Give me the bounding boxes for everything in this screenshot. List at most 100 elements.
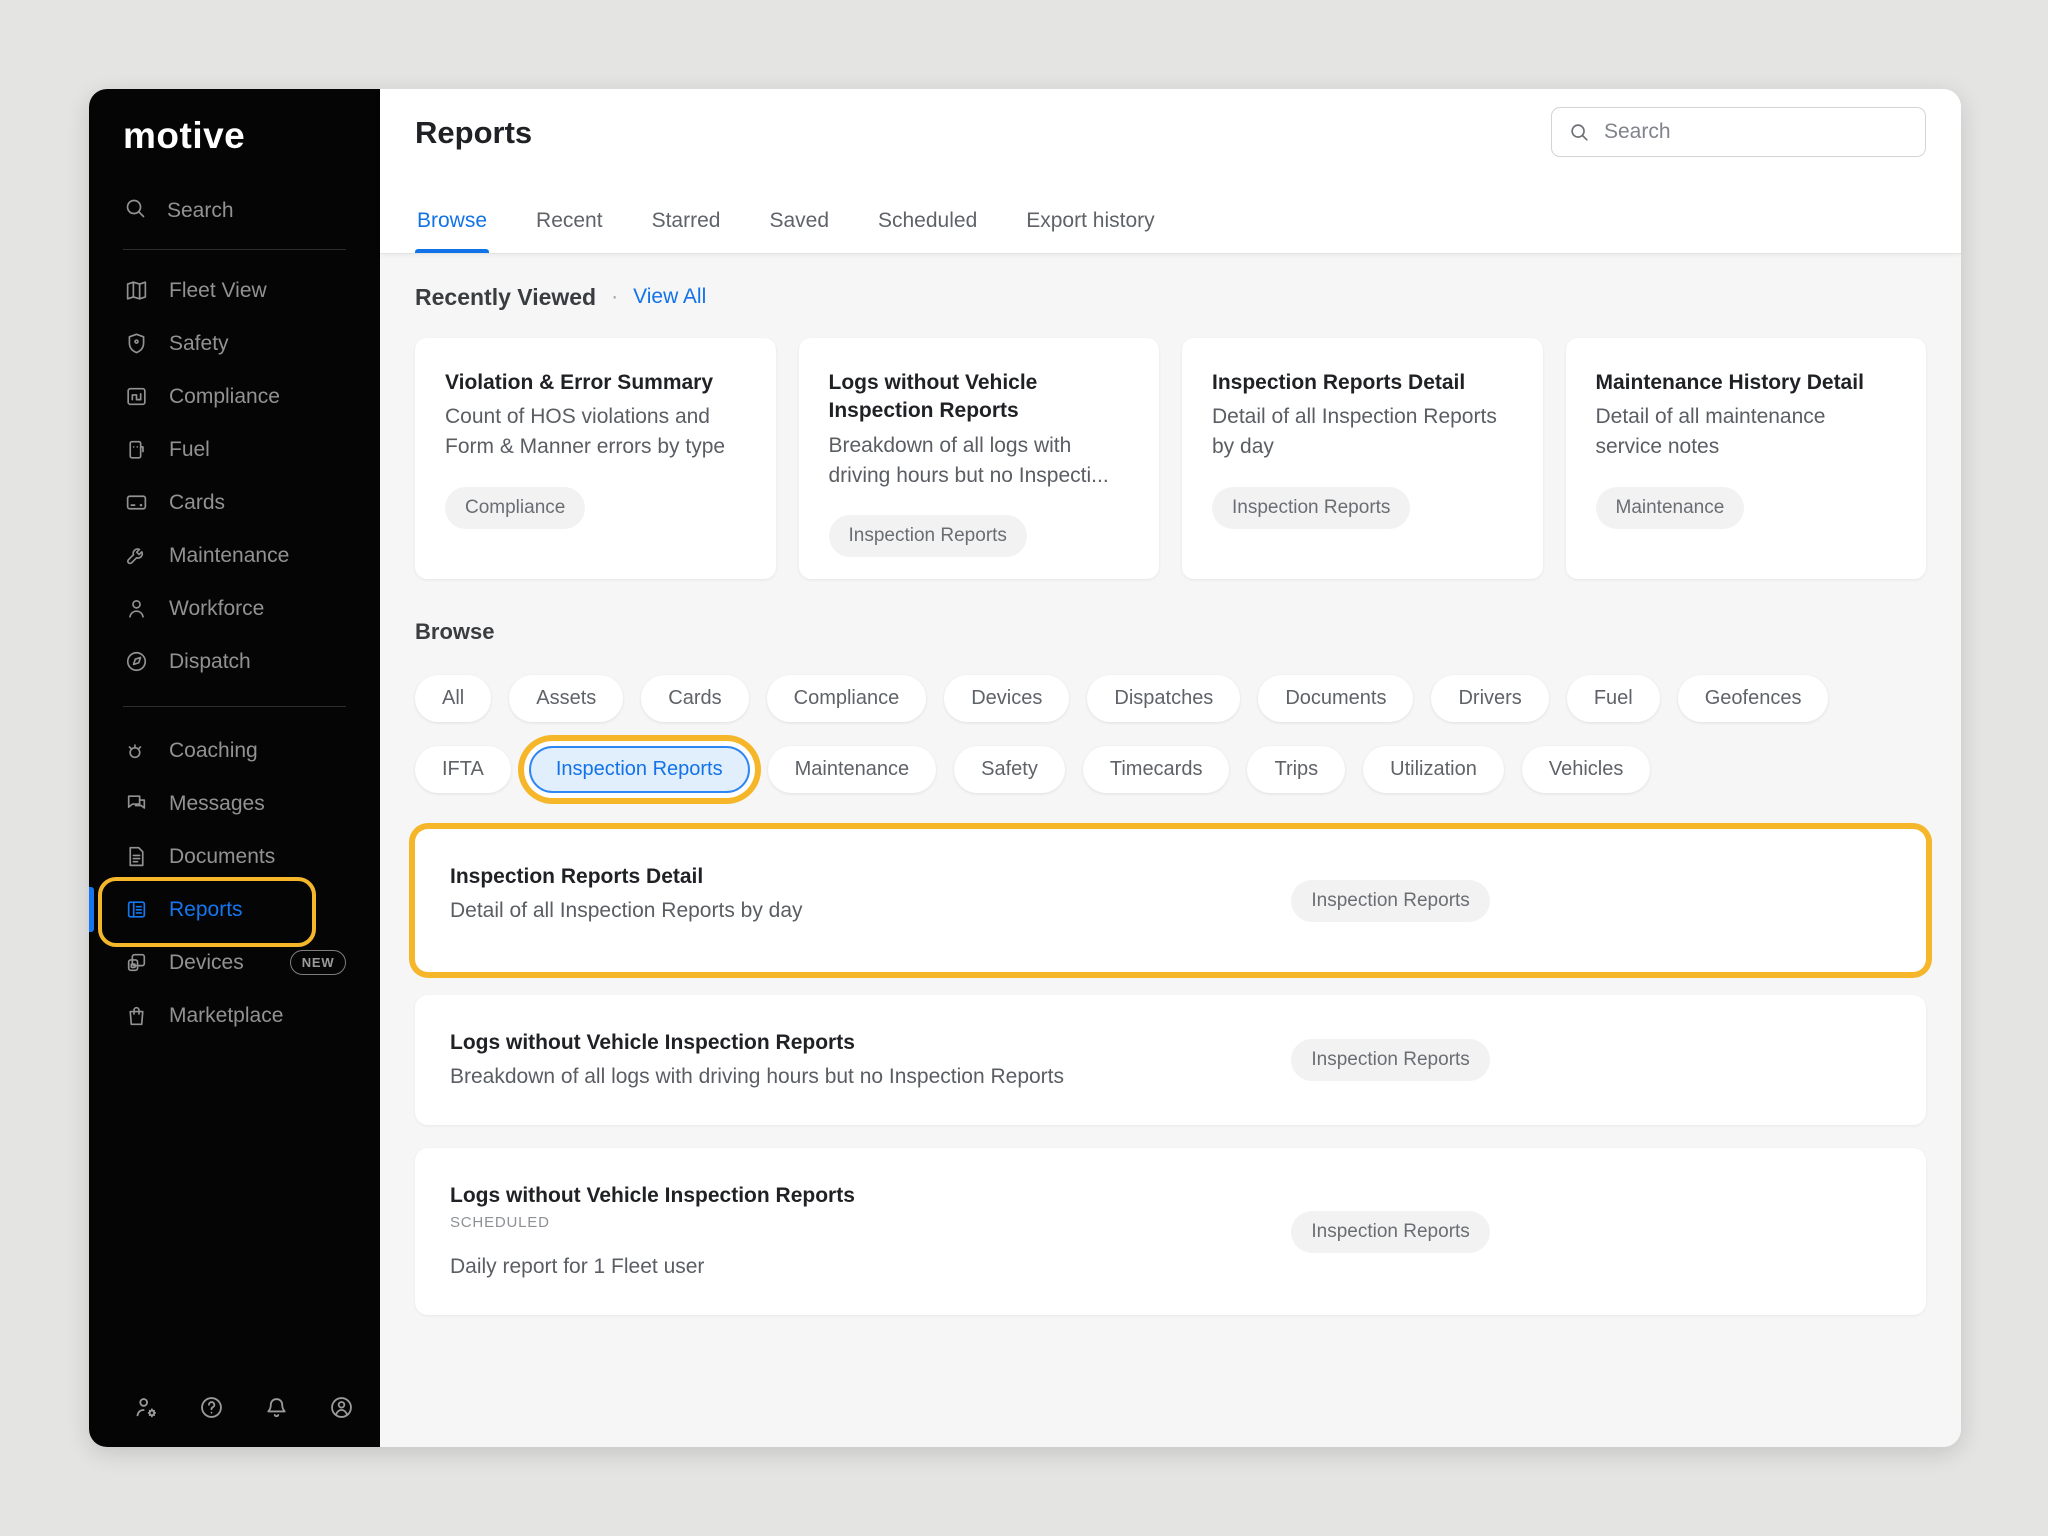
- report-card[interactable]: Logs without Vehicle Inspection Reports …: [799, 338, 1160, 579]
- chip-all[interactable]: All: [415, 675, 491, 722]
- content-area: Recently Viewed · View All Violation & E…: [380, 254, 1961, 1447]
- report-list-item[interactable]: Logs without Vehicle Inspection Reports …: [415, 1148, 1926, 1315]
- card-description: Detail of all maintenance service notes: [1596, 402, 1897, 462]
- category-tag: Inspection Reports: [1212, 487, 1410, 529]
- sidebar-item-label: Marketplace: [169, 1004, 283, 1028]
- active-indicator: [89, 887, 94, 932]
- header-search-box[interactable]: [1551, 107, 1926, 157]
- sidebar-item-label: Maintenance: [169, 544, 289, 568]
- page-header: Reports Browse Recent Starred Saved Sche…: [380, 89, 1961, 254]
- card-description: Count of HOS violations and Form & Manne…: [445, 402, 746, 462]
- chip-timecards[interactable]: Timecards: [1083, 746, 1230, 793]
- sidebar-item-devices[interactable]: Devices NEW: [89, 936, 380, 989]
- messages-icon: [123, 791, 149, 817]
- report-list-item[interactable]: Logs without Vehicle Inspection Reports …: [415, 995, 1926, 1125]
- chip-inspection-reports[interactable]: Inspection Reports: [529, 746, 750, 793]
- admin-user-gear-icon[interactable]: [133, 1394, 160, 1421]
- sidebar-item-label: Fleet View: [169, 279, 267, 303]
- credit-card-icon: [123, 490, 149, 516]
- tab-saved[interactable]: Saved: [767, 209, 831, 253]
- sidebar-item-fuel[interactable]: Fuel: [89, 423, 380, 476]
- chip-geofences[interactable]: Geofences: [1678, 675, 1829, 722]
- chip-ifta[interactable]: IFTA: [415, 746, 511, 793]
- sidebar-item-label: Compliance: [169, 385, 280, 409]
- sidebar-item-reports[interactable]: Reports: [89, 883, 380, 936]
- scheduled-badge: SCHEDULED: [450, 1214, 1891, 1231]
- reports-icon: [123, 897, 149, 923]
- sidebar-item-label: Coaching: [169, 739, 258, 763]
- report-card[interactable]: Violation & Error Summary Count of HOS v…: [415, 338, 776, 579]
- sidebar-item-label: Documents: [169, 845, 275, 869]
- chip-documents[interactable]: Documents: [1258, 675, 1413, 722]
- category-chips-row-1: All Assets Cards Compliance Devices Disp…: [415, 675, 1926, 722]
- new-badge: NEW: [290, 950, 347, 975]
- sidebar-nav-primary: Fleet View Safety Compliance Fuel Cards …: [89, 264, 380, 688]
- category-tag: Inspection Reports: [829, 515, 1027, 557]
- sidebar-item-maintenance[interactable]: Maintenance: [89, 529, 380, 582]
- chip-maintenance[interactable]: Maintenance: [768, 746, 937, 793]
- category-chips-row-2: IFTA Inspection Reports Maintenance Safe…: [415, 746, 1926, 793]
- sidebar-item-marketplace[interactable]: Marketplace: [89, 989, 380, 1042]
- sidebar-item-compliance[interactable]: Compliance: [89, 370, 380, 423]
- separator-dot: ·: [611, 285, 618, 309]
- sidebar-divider: [123, 706, 346, 707]
- report-tabs: Browse Recent Starred Saved Scheduled Ex…: [415, 209, 1157, 253]
- header-search-input[interactable]: [1602, 119, 1909, 145]
- sidebar-item-safety[interactable]: Safety: [89, 317, 380, 370]
- tab-starred[interactable]: Starred: [650, 209, 723, 253]
- tab-recent[interactable]: Recent: [534, 209, 605, 253]
- sidebar: motive Search Fleet View Safety Complian…: [89, 89, 380, 1447]
- card-title: Logs without Vehicle Inspection Reports: [829, 369, 1130, 426]
- report-results-list: Inspection Reports Detail Detail of all …: [415, 829, 1926, 1315]
- browse-heading: Browse: [415, 619, 1926, 649]
- card-title: Violation & Error Summary: [445, 369, 746, 397]
- main-panel: Reports Browse Recent Starred Saved Sche…: [380, 89, 1961, 1447]
- devices-icon: [123, 950, 149, 976]
- report-list-item[interactable]: Inspection Reports Detail Detail of all …: [415, 829, 1926, 972]
- sidebar-item-label: Cards: [169, 491, 225, 515]
- chip-cards[interactable]: Cards: [641, 675, 748, 722]
- sidebar-item-dispatch[interactable]: Dispatch: [89, 635, 380, 688]
- sidebar-item-workforce[interactable]: Workforce: [89, 582, 380, 635]
- sidebar-footer: [89, 1394, 380, 1447]
- notifications-bell-icon[interactable]: [263, 1394, 290, 1421]
- shield-icon: [123, 331, 149, 357]
- card-title: Inspection Reports Detail: [1212, 369, 1513, 397]
- sidebar-item-messages[interactable]: Messages: [89, 777, 380, 830]
- sidebar-search[interactable]: Search: [123, 191, 380, 231]
- chip-dispatches[interactable]: Dispatches: [1087, 675, 1240, 722]
- sidebar-item-documents[interactable]: Documents: [89, 830, 380, 883]
- help-circle-icon[interactable]: [198, 1394, 225, 1421]
- chip-fuel[interactable]: Fuel: [1567, 675, 1660, 722]
- recently-viewed-header: Recently Viewed · View All: [415, 282, 1926, 312]
- chip-safety[interactable]: Safety: [954, 746, 1065, 793]
- document-icon: [123, 844, 149, 870]
- sidebar-item-fleet-view[interactable]: Fleet View: [89, 264, 380, 317]
- tab-browse[interactable]: Browse: [415, 209, 489, 253]
- sidebar-item-label: Devices: [169, 951, 244, 975]
- sidebar-item-label: Workforce: [169, 597, 264, 621]
- tab-scheduled[interactable]: Scheduled: [876, 209, 979, 253]
- report-card[interactable]: Inspection Reports Detail Detail of all …: [1182, 338, 1543, 579]
- view-all-link[interactable]: View All: [633, 285, 706, 309]
- chip-trips[interactable]: Trips: [1247, 746, 1345, 793]
- account-circle-icon[interactable]: [328, 1394, 355, 1421]
- chip-drivers[interactable]: Drivers: [1431, 675, 1548, 722]
- tab-export-history[interactable]: Export history: [1024, 209, 1156, 253]
- chip-vehicles[interactable]: Vehicles: [1522, 746, 1651, 793]
- sidebar-item-label: Fuel: [169, 438, 210, 462]
- sidebar-item-cards[interactable]: Cards: [89, 476, 380, 529]
- report-card[interactable]: Maintenance History Detail Detail of all…: [1566, 338, 1927, 579]
- sidebar-search-label: Search: [167, 199, 234, 223]
- chip-compliance[interactable]: Compliance: [767, 675, 927, 722]
- card-title: Maintenance History Detail: [1596, 369, 1897, 397]
- category-tag: Inspection Reports: [1291, 880, 1489, 922]
- chip-utilization[interactable]: Utilization: [1363, 746, 1504, 793]
- chip-devices[interactable]: Devices: [944, 675, 1069, 722]
- shopping-bag-icon: [123, 1003, 149, 1029]
- chip-assets[interactable]: Assets: [509, 675, 623, 722]
- sidebar-item-label: Reports: [169, 898, 243, 922]
- report-title: Logs without Vehicle Inspection Reports: [450, 1184, 1891, 1208]
- motive-logo: motive: [123, 115, 380, 157]
- sidebar-item-coaching[interactable]: Coaching: [89, 724, 380, 777]
